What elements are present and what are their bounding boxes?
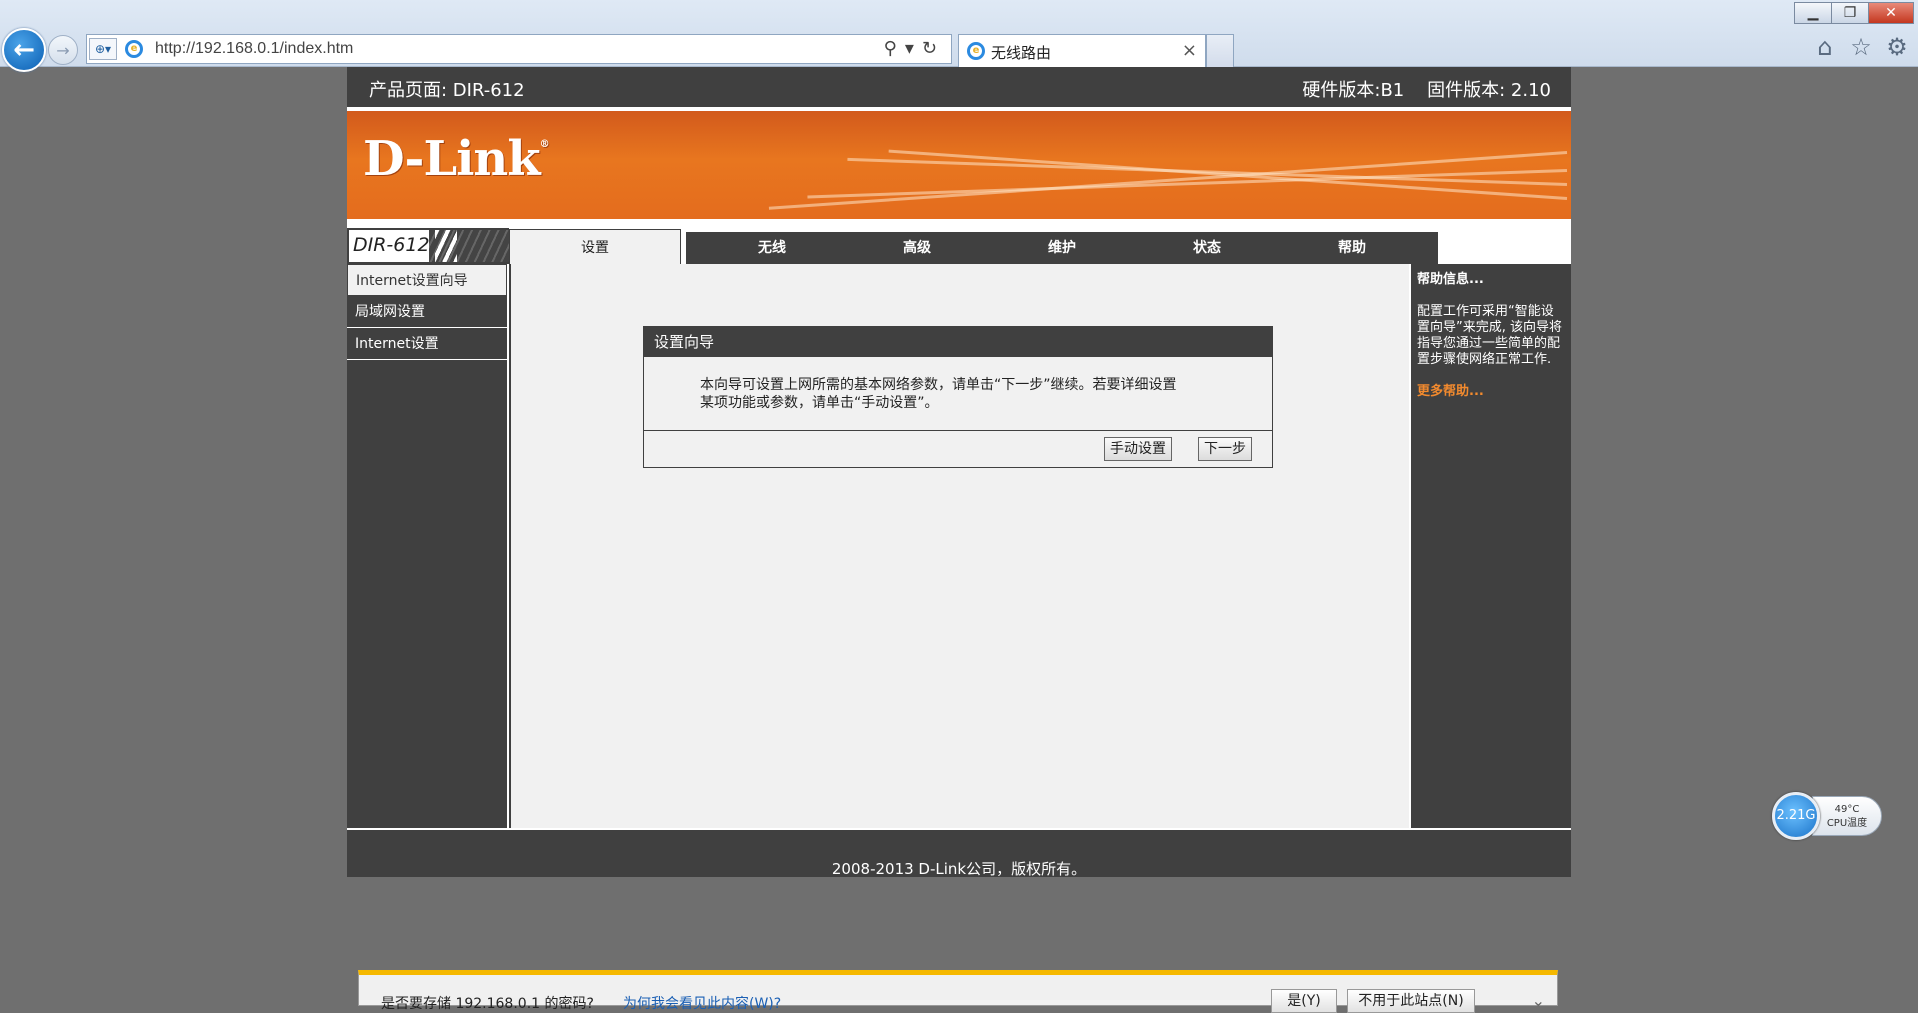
copyright-footer: 2008-2013 D-Link公司，版权所有。	[347, 828, 1571, 878]
sidebar-item-internet-settings[interactable]: Internet设置	[347, 328, 507, 360]
search-icon[interactable]: ⚲	[884, 38, 905, 59]
top-info-bar: 产品页面: DIR-612 硬件版本:B1 固件版本: 2.10	[347, 67, 1571, 105]
help-panel: 帮助信息... 配置工作可采用“智能设置向导”来完成, 该向导将指导您通过一些简…	[1409, 264, 1571, 828]
sidebar-item-lan-settings[interactable]: 局域网设置	[347, 296, 507, 328]
more-help-link[interactable]: 更多帮助...	[1417, 384, 1565, 400]
notification-close-icon[interactable]: ⌄	[1532, 991, 1545, 1010]
dlink-logo: D-Link®	[363, 131, 550, 187]
help-text: 配置工作可采用“智能设置向导”来完成, 该向导将指导您通过一些简单的配置步骤使网…	[1417, 304, 1562, 367]
ie-logo-icon: e	[125, 40, 143, 58]
manual-setup-button[interactable]: 手动设置	[1104, 437, 1172, 461]
url-text[interactable]: http://192.168.0.1/index.htm	[155, 40, 353, 58]
why-seeing-this-link[interactable]: 为何我会看见此内容(W)?	[623, 993, 781, 1013]
wizard-text-line-2: 某项功能或参数，请单击“手动设置”。	[700, 395, 939, 411]
sidebar: Internet设置向导 局域网设置 Internet设置	[347, 264, 509, 828]
main-content: 设置向导 本向导可设置上网所需的基本网络参数，请单击“下一步”继续。若要详细设置…	[511, 264, 1409, 828]
model-badge: DIR-612	[347, 228, 509, 264]
tab-close-icon[interactable]: ×	[1182, 40, 1197, 61]
cpu-temp-widget[interactable]: 49°C CPU温度 2.21G	[1772, 792, 1884, 840]
tab-favicon-icon: e	[967, 42, 985, 60]
router-page: 产品页面: DIR-612 硬件版本:B1 固件版本: 2.10 D-Link®…	[347, 67, 1571, 878]
wizard-buttons: 手动设置 下一步	[1104, 437, 1252, 461]
browser-chrome: ← → ⊕▾ e http://192.168.0.1/index.htm ⚲▾…	[0, 0, 1918, 72]
wizard-text-line-1: 本向导可设置上网所需的基本网络参数，请单击“下一步”继续。若要详细设置	[700, 377, 1177, 393]
brand-banner: D-Link®	[347, 107, 1571, 219]
cpu-temp-value: 49°C	[1834, 804, 1860, 815]
model-stripes	[429, 230, 509, 262]
never-for-site-button[interactable]: 不用于此站点(N)	[1347, 989, 1475, 1013]
notification-text: 是否要存储 192.168.0.1 的密码?	[381, 996, 594, 1012]
new-tab-button[interactable]	[1206, 34, 1234, 67]
close-button[interactable]: ✕	[1868, 2, 1914, 24]
address-bar[interactable]: ⊕▾ e http://192.168.0.1/index.htm ⚲▾↻	[86, 34, 952, 64]
compat-view-icon[interactable]: ⊕▾	[89, 38, 117, 60]
home-icon[interactable]: ⌂	[1812, 33, 1838, 61]
forward-arrow-icon[interactable]: →	[48, 35, 78, 65]
back-arrow-icon[interactable]: ←	[2, 28, 46, 72]
version-label: 硬件版本:B1 固件版本: 2.10	[1302, 80, 1551, 101]
help-title: 帮助信息...	[1417, 272, 1484, 287]
cpu-freq-gauge: 2.21G	[1772, 792, 1820, 840]
settings-gear-icon[interactable]: ⚙	[1884, 33, 1910, 61]
wizard-title: 设置向导	[644, 327, 1272, 357]
cpu-temp-readout: 49°C CPU温度	[1812, 796, 1882, 836]
banner-divider	[347, 219, 1571, 228]
tab-setup[interactable]: 设置	[509, 229, 681, 264]
tab-help[interactable]: 帮助	[1266, 232, 1438, 264]
product-label: 产品页面: DIR-612	[369, 80, 525, 101]
main-tabs: 设置 无线 高级 维护 状态 帮助	[509, 228, 1571, 264]
cpu-temp-label: CPU温度	[1826, 818, 1868, 829]
refresh-icon[interactable]: ↻	[922, 38, 945, 59]
window-controls: ▁ ❐ ✕	[1794, 2, 1914, 24]
sidebar-item-internet-wizard[interactable]: Internet设置向导	[347, 264, 507, 296]
browser-toolbar: ⌂ ☆ ⚙	[1812, 33, 1910, 61]
password-save-notification: 是否要存储 192.168.0.1 的密码? 为何我会看见此内容(W)? 是(Y…	[358, 970, 1558, 1013]
restore-button[interactable]: ❐	[1831, 2, 1869, 24]
next-button[interactable]: 下一步	[1198, 437, 1252, 461]
wizard-description: 本向导可设置上网所需的基本网络参数，请单击“下一步”继续。若要详细设置 某项功能…	[644, 357, 1272, 431]
dropdown-icon[interactable]: ▾	[905, 38, 922, 59]
browser-tab[interactable]: e 无线路由 ×	[958, 34, 1206, 67]
minimize-button[interactable]: ▁	[1794, 2, 1832, 24]
save-yes-button[interactable]: 是(Y)	[1271, 989, 1337, 1013]
tab-title: 无线路由	[991, 44, 1052, 62]
setup-wizard-panel: 设置向导 本向导可设置上网所需的基本网络参数，请单击“下一步”继续。若要详细设置…	[643, 326, 1273, 468]
address-tools: ⚲▾↻	[884, 38, 945, 59]
favorites-star-icon[interactable]: ☆	[1848, 33, 1874, 61]
model-name: DIR-612	[353, 234, 430, 256]
